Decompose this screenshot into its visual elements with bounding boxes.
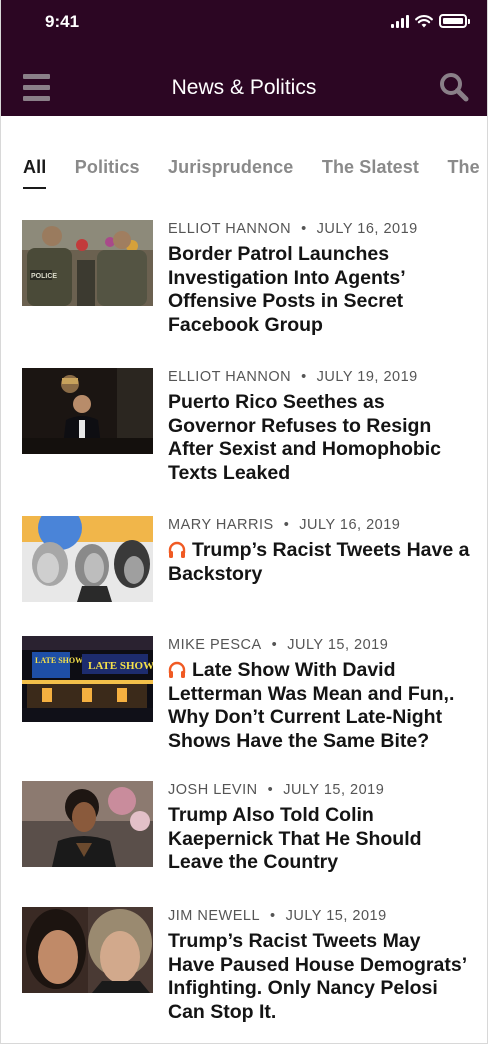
publish-date: JULY 15, 2019	[287, 637, 389, 653]
status-time: 9:41	[45, 12, 80, 31]
status-icons	[391, 14, 470, 28]
author-name[interactable]: ELLIOT HANNON	[168, 221, 291, 237]
article-headline[interactable]: Late Show With David Letterman Was Mean …	[168, 659, 472, 753]
article-thumbnail	[22, 516, 153, 602]
article-headline[interactable]: Trump’s Racist Tweets Have a Backstory	[168, 539, 472, 586]
article-item[interactable]: ELLIOT HANNON • JULY 19, 2019 Puerto Rico …	[22, 368, 472, 485]
article-meta: ELLIOT HANNON • JULY 19, 2019	[168, 369, 418, 385]
search-icon[interactable]	[439, 72, 469, 102]
article-content: ELLIOT HANNON • JULY 19, 2019 Puerto Rico …	[168, 368, 472, 485]
article-headline[interactable]: Puerto Rico Seethes as Governor Refuses …	[168, 391, 472, 485]
publish-date: JULY 19, 2019	[316, 369, 418, 385]
author-name[interactable]: MIKE PESCA	[168, 637, 262, 653]
article-meta: MARY HARRIS • JULY 16, 2019	[168, 517, 401, 533]
article-item[interactable]: LATE SHOW LATE SHOW MIKE PESCA • JULY 15, …	[22, 636, 472, 753]
article-meta: JOSH LEVIN • JULY 15, 2019	[168, 782, 385, 798]
publish-date: JULY 15, 2019	[285, 908, 387, 924]
article-content: JOSH LEVIN • JULY 15, 2019 Trump Also Told…	[168, 781, 472, 875]
article-content: MIKE PESCA • JULY 15, 2019 Late Show With …	[168, 636, 472, 753]
article-item[interactable]: JIM NEWELL • JULY 15, 2019 Trump’s Racist …	[22, 907, 472, 1024]
article-meta: MIKE PESCA • JULY 15, 2019	[168, 637, 389, 653]
page-title: News & Politics	[171, 76, 317, 99]
battery-icon	[439, 14, 470, 28]
article-content: MARY HARRIS • JULY 16, 2019 Trump’s Racist…	[168, 516, 472, 602]
headphones-icon	[168, 541, 186, 558]
publish-date: JULY 16, 2019	[299, 517, 401, 533]
author-name[interactable]: JOSH LEVIN	[168, 782, 258, 798]
tab-more[interactable]: The	[447, 157, 479, 187]
svg-text:LATE SHOW: LATE SHOW	[88, 660, 153, 672]
article-item[interactable]: POLICE ELLIOT HANNON • JULY 16, 2019 Borde…	[22, 220, 472, 337]
article-headline[interactable]: Border Patrol Launches Investigation Int…	[168, 243, 472, 337]
tab-politics[interactable]: Politics	[75, 157, 140, 187]
author-name[interactable]: MARY HARRIS	[168, 517, 274, 533]
section-tabs: All Politics Jurisprudence The Slatest T…	[23, 157, 488, 197]
article-content: JIM NEWELL • JULY 15, 2019 Trump’s Racist …	[168, 907, 472, 1024]
article-headline[interactable]: Trump Also Told Colin Kaepernick That He…	[168, 804, 472, 875]
article-meta: JIM NEWELL • JULY 15, 2019	[168, 908, 387, 924]
publish-date: JULY 15, 2019	[283, 782, 385, 798]
author-name[interactable]: ELLIOT HANNON	[168, 369, 291, 385]
article-thumbnail	[22, 368, 153, 454]
article-thumbnail: LATE SHOW LATE SHOW	[22, 636, 153, 722]
article-thumbnail	[22, 781, 153, 867]
cellular-signal-icon	[391, 14, 409, 28]
article-content: ELLIOT HANNON • JULY 16, 2019 Border Patro…	[168, 220, 472, 337]
svg-text:POLICE: POLICE	[31, 273, 57, 280]
app-header: 9:41 News & Politics	[1, 0, 487, 116]
article-meta: ELLIOT HANNON • JULY 16, 2019	[168, 221, 418, 237]
article-item[interactable]: JOSH LEVIN • JULY 15, 2019 Trump Also Told…	[22, 781, 472, 875]
svg-text:LATE SHOW: LATE SHOW	[35, 656, 83, 665]
wifi-icon	[415, 15, 433, 28]
headphones-icon	[168, 661, 186, 678]
author-name[interactable]: JIM NEWELL	[168, 908, 260, 924]
article-headline[interactable]: Trump’s Racist Tweets May Have Paused Ho…	[168, 930, 472, 1024]
tab-the-slatest[interactable]: The Slatest	[322, 157, 419, 187]
article-thumbnail	[22, 907, 153, 993]
tab-all[interactable]: All	[23, 157, 47, 189]
tab-jurisprudence[interactable]: Jurisprudence	[168, 157, 293, 187]
article-item[interactable]: MARY HARRIS • JULY 16, 2019 Trump’s Racist…	[22, 516, 472, 602]
article-thumbnail: POLICE	[22, 220, 153, 306]
publish-date: JULY 16, 2019	[316, 221, 418, 237]
